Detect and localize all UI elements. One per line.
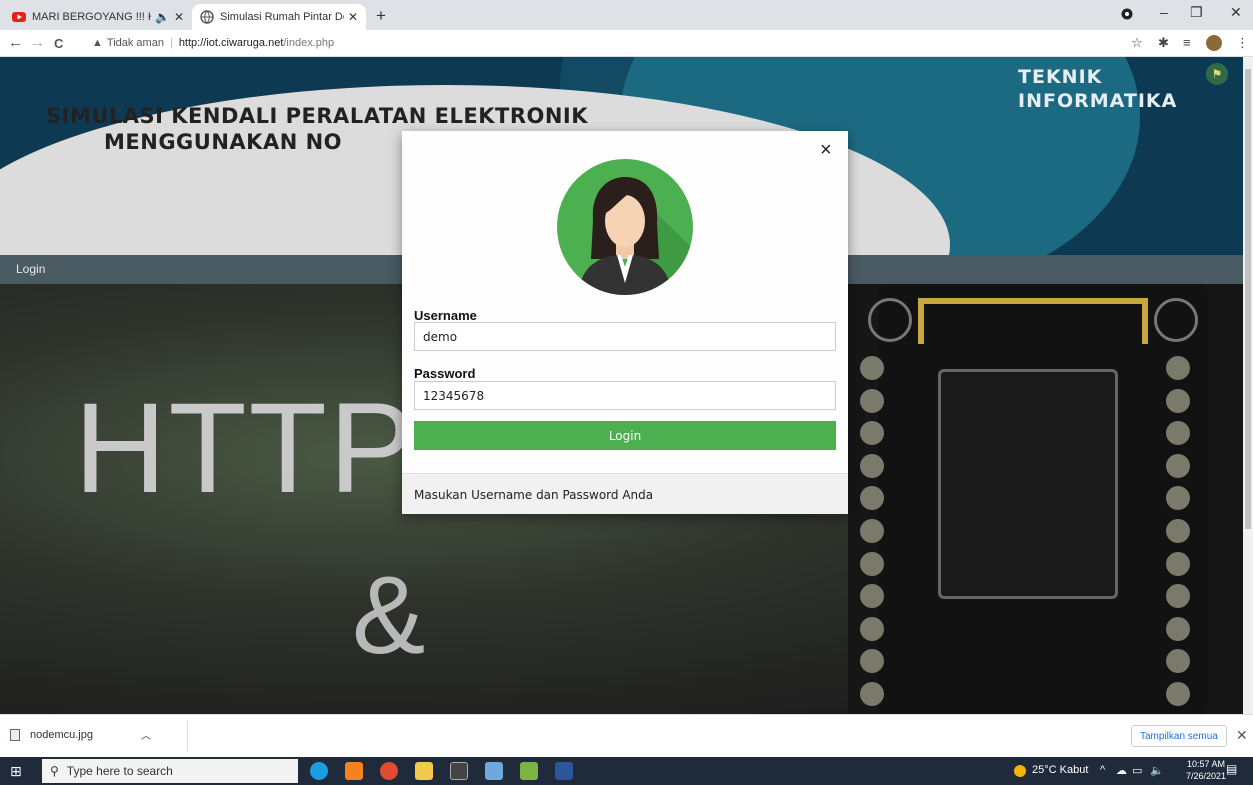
clock-time: 10:57 AM — [1187, 759, 1226, 769]
mount-hole — [1154, 298, 1198, 342]
avatar[interactable] — [1206, 35, 1222, 51]
pin-header-right — [1166, 356, 1192, 706]
url-path: /index.php — [283, 37, 335, 49]
hero-text: HTTP — [74, 377, 417, 520]
tab-title: MARI BERGOYANG !!! KOMP — [32, 11, 151, 23]
department-line2: INFORMATIKA — [1018, 90, 1178, 112]
close-download-bar-button[interactable]: ✕ — [1236, 727, 1248, 744]
tab-youtube[interactable]: MARI BERGOYANG !!! KOMP 🔈 ✕ — [4, 4, 192, 30]
new-tab-button[interactable]: + — [376, 6, 386, 26]
username-label: Username — [414, 308, 477, 323]
tab-title: Simulasi Rumah Pintar Dengan N — [220, 11, 344, 23]
modal-footer: Masukan Username dan Password Anda — [402, 473, 848, 514]
tab-simulasi[interactable]: Simulasi Rumah Pintar Dengan N ✕ — [192, 4, 366, 30]
file-explorer-icon[interactable] — [415, 762, 433, 780]
browser-toolbar: ← → C ▲ Tidak aman | http://iot.ciwaruga… — [0, 30, 1253, 57]
download-item[interactable]: nodemcu.jpg ︿ — [10, 727, 151, 742]
extensions-icon[interactable]: ✱ — [1158, 35, 1169, 51]
username-field[interactable] — [414, 322, 836, 351]
windows-taskbar: ⊞ ⚲ Type here to search 25°C Kabut ^ ☁ ▭… — [0, 757, 1253, 785]
star-icon[interactable]: ☆ — [1131, 35, 1143, 51]
close-icon[interactable]: × — [820, 139, 832, 162]
word-icon[interactable] — [555, 762, 573, 780]
close-window-button[interactable]: ✕ — [1230, 4, 1242, 21]
chrome-icon[interactable] — [380, 762, 398, 780]
chevron-up-icon[interactable]: ^ — [1100, 764, 1105, 776]
login-modal: × Username Password Login Masukan Userna… — [402, 131, 848, 514]
cloud-icon: ☁ — [1116, 765, 1127, 777]
antenna-trace — [918, 298, 1148, 344]
security-label: Tidak aman — [106, 37, 164, 49]
profile-icon[interactable] — [1121, 8, 1133, 20]
show-all-button[interactable]: Tampilkan semua — [1131, 725, 1227, 747]
scrollbar-thumb[interactable] — [1245, 69, 1251, 529]
password-label: Password — [414, 366, 476, 381]
restore-button[interactable]: ❐ — [1190, 4, 1203, 21]
minimize-button[interactable]: – — [1160, 4, 1168, 20]
weather-text[interactable]: 25°C Kabut — [1032, 764, 1088, 776]
forward-button[interactable]: → — [30, 34, 45, 51]
clock-date: 7/26/2021 — [1186, 771, 1227, 781]
password-field[interactable] — [414, 381, 836, 410]
address-bar[interactable]: ▲ Tidak aman | http://iot.ciwaruga.net /… — [92, 33, 334, 53]
xampp-icon[interactable] — [345, 762, 363, 780]
tab-close-icon[interactable]: ✕ — [174, 10, 184, 24]
back-button[interactable]: ← — [8, 34, 23, 51]
file-icon — [10, 728, 20, 741]
youtube-icon — [12, 12, 26, 22]
nodemcu-board-image — [848, 284, 1243, 714]
divider: | — [169, 37, 173, 49]
browser-tabbar: MARI BERGOYANG !!! KOMP 🔈 ✕ Simulasi Rum… — [0, 0, 1253, 30]
windows-start-icon[interactable]: ⊞ — [10, 763, 22, 780]
page-scrollbar[interactable] — [1243, 57, 1253, 714]
hero-ampersand: & — [352, 554, 426, 677]
user-avatar-icon — [579, 177, 693, 295]
menu-icon[interactable]: ⋮ — [1236, 35, 1249, 51]
department-title: TEKNIK INFORMATIKA — [1018, 65, 1177, 113]
edge-icon[interactable] — [310, 762, 328, 780]
avatar — [557, 159, 693, 295]
divider — [187, 721, 188, 751]
notification-icon[interactable]: ▤ — [1226, 762, 1242, 778]
search-placeholder: Type here to search — [66, 764, 173, 778]
search-icon: ⚲ — [50, 764, 59, 778]
reading-list-icon[interactable]: ≡ — [1183, 35, 1191, 50]
globe-icon — [200, 10, 214, 24]
weather-icon[interactable] — [1014, 765, 1026, 777]
taskbar-clock[interactable]: 10:57 AM 7/26/2021 — [1186, 758, 1226, 782]
logo-icon: ⚑ — [1206, 63, 1228, 85]
nav-login-link[interactable]: Login — [16, 262, 45, 276]
paint-icon[interactable] — [485, 762, 503, 780]
download-bar: nodemcu.jpg ︿ Tampilkan semua ✕ — [0, 714, 1253, 757]
pin-header-left — [860, 356, 886, 706]
site-title-line1: SIMULASI KENDALI PERALATAN ELEKTRONIK — [46, 104, 589, 128]
network-icon[interactable]: ▭ — [1132, 764, 1142, 777]
chevron-up-icon[interactable]: ︿ — [141, 727, 151, 742]
speaker-icon[interactable]: 🔈 — [155, 10, 170, 24]
login-button[interactable]: Login — [414, 421, 836, 450]
image-viewer-icon[interactable] — [520, 762, 538, 780]
tab-close-icon[interactable]: ✕ — [348, 10, 358, 24]
volume-icon[interactable]: 🔈 — [1150, 764, 1164, 777]
department-line1: TEKNIK — [1018, 66, 1103, 88]
web-page: SIMULASI KENDALI PERALATAN ELEKTRONIK ME… — [0, 57, 1243, 714]
warning-icon[interactable]: ▲ — [92, 37, 103, 49]
esp-chip — [938, 369, 1118, 599]
terminal-icon[interactable] — [450, 762, 468, 780]
taskbar-search[interactable]: ⚲ Type here to search — [42, 759, 298, 783]
url-host: http://iot.ciwaruga.net — [178, 37, 284, 49]
download-file-name: nodemcu.jpg — [30, 728, 93, 741]
mount-hole — [868, 298, 912, 342]
modal-footer-text: Masukan Username dan Password Anda — [414, 488, 654, 502]
reload-button[interactable]: C — [54, 36, 63, 51]
